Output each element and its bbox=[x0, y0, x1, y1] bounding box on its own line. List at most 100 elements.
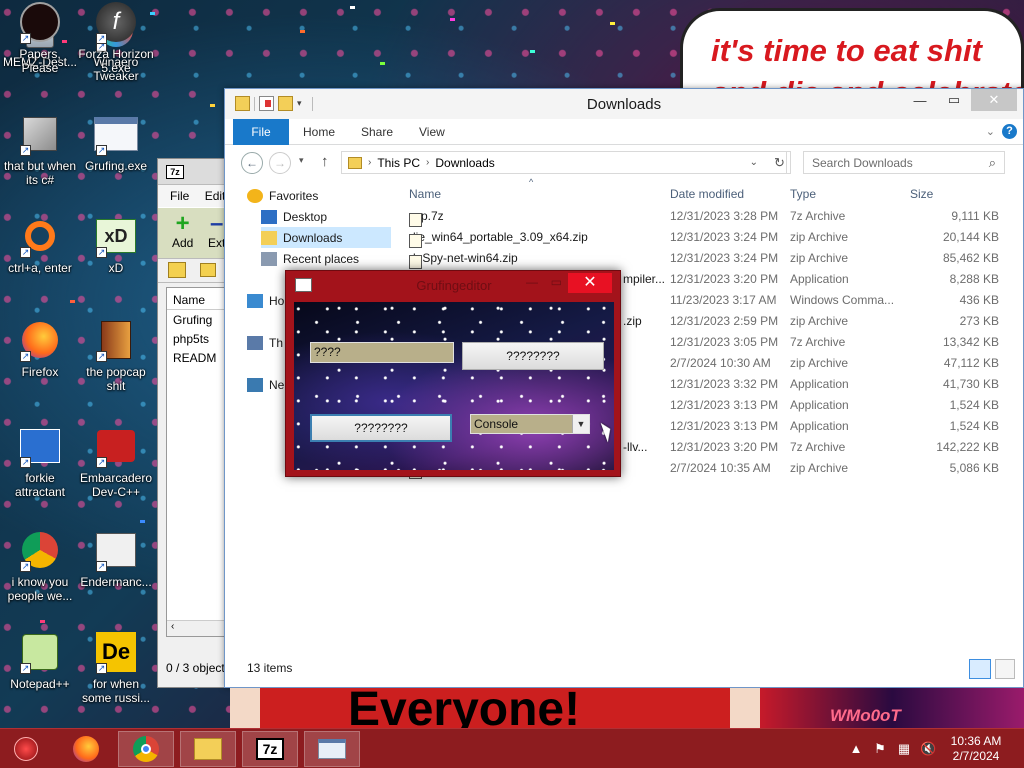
file-size-cell: 41,730 KB bbox=[942, 377, 999, 391]
desktop-icon-app[interactable]: ↗ Endermanc... bbox=[78, 528, 154, 589]
text-input[interactable]: ???? bbox=[310, 342, 454, 363]
tab-file[interactable]: File bbox=[233, 119, 289, 145]
column-date-modified[interactable]: Date modified bbox=[670, 187, 744, 201]
navigation-bar: ← → ▾ ↑ › This PC › Downloads ⌄ ↻ Search… bbox=[225, 145, 1023, 181]
table-row[interactable]: die_win64_portable_3.09_x64.zip 12/31/202… bbox=[403, 226, 1003, 248]
network-icon[interactable]: ▦ bbox=[896, 741, 912, 757]
file-type-cell: 7z Archive bbox=[790, 209, 846, 223]
mode-select[interactable]: Console ▼ bbox=[470, 414, 590, 434]
breadcrumb-this-pc[interactable]: This PC bbox=[377, 156, 420, 170]
file-type-cell: Application bbox=[790, 419, 849, 433]
file-date-cell: 12/31/2023 3:20 PM bbox=[670, 272, 779, 286]
desktop-icon-devcpp[interactable]: ↗ Embarcadero Dev-C++ bbox=[78, 424, 154, 499]
confetti bbox=[380, 62, 385, 65]
taskbar-grufing[interactable] bbox=[304, 731, 360, 767]
maximize-button[interactable]: ▭ bbox=[937, 89, 971, 111]
desktop-icon-folders[interactable]: ↗ that but when its c# bbox=[2, 112, 78, 187]
file-name-cell: ccp.7z bbox=[409, 209, 444, 227]
column-name[interactable]: Name bbox=[409, 187, 441, 201]
desktop-icon-gear[interactable]: ↗ forkie attractant bbox=[2, 424, 78, 499]
nav-item-desktop[interactable]: Desktop bbox=[261, 206, 391, 227]
table-row[interactable]: dnSpy-net-win64.zip 12/31/2023 3:24 PM zip… bbox=[403, 247, 1003, 269]
tab-view[interactable]: View bbox=[405, 119, 459, 145]
hxd-icon: xD ↗ bbox=[94, 214, 138, 258]
ribbon-expand-icon[interactable]: ⌄ bbox=[986, 125, 995, 138]
action-center-flag-icon[interactable]: ⚑ bbox=[872, 741, 888, 757]
shortcut-arrow-icon: ↗ bbox=[20, 561, 31, 572]
taskbar-7zip[interactable]: 7z bbox=[242, 731, 298, 767]
mode-select-value: Console bbox=[474, 417, 519, 431]
nav-item-download[interactable]: Downloads bbox=[261, 227, 391, 248]
tab-share[interactable]: Share bbox=[347, 119, 407, 145]
large-icons-view-button[interactable] bbox=[995, 659, 1015, 679]
breadcrumb-chevron-icon[interactable]: › bbox=[368, 157, 371, 168]
recent-locations-icon[interactable]: ▾ bbox=[299, 155, 304, 166]
back-button[interactable]: ← bbox=[241, 152, 263, 174]
tab-home[interactable]: Home bbox=[289, 119, 349, 145]
column-size[interactable]: Size bbox=[910, 187, 933, 201]
taskbar-explorer[interactable] bbox=[180, 731, 236, 767]
ribbon-tabs: File Home Share View ⌄ ? bbox=[225, 119, 1023, 145]
shortcut-arrow-icon: ↗ bbox=[96, 145, 107, 156]
volume-muted-icon[interactable]: 🔇 bbox=[920, 741, 936, 757]
7zip-icon: 7z bbox=[256, 738, 284, 760]
breadcrumb-chevron-icon[interactable]: › bbox=[426, 157, 429, 168]
desktop-icon-papers[interactable]: ↗ Papers, Please bbox=[2, 0, 78, 75]
7zip-menu-edit[interactable]: Edit bbox=[205, 189, 226, 203]
plus-icon: + bbox=[175, 210, 190, 237]
nav-item-recent[interactable]: Recent places bbox=[261, 248, 391, 269]
table-row[interactable]: ccp.7z 12/31/2023 3:28 PM 7z Archive 9,111 … bbox=[403, 205, 1003, 227]
grufing-window[interactable]: Grufingeditor — ▭ ✕ ???? ???????? ??????… bbox=[285, 270, 621, 477]
refresh-button[interactable]: ↻ bbox=[769, 151, 791, 174]
start-button[interactable] bbox=[2, 731, 50, 767]
desktop-icon-de[interactable]: De ↗ for when some russi... bbox=[78, 630, 154, 705]
file-type-cell: Windows Comma... bbox=[790, 293, 895, 307]
shortcut-arrow-icon: ↗ bbox=[96, 33, 107, 44]
7zip-menu-file[interactable]: File bbox=[170, 189, 189, 203]
desktop-icon-chrome[interactable]: ↗ i know you people we... bbox=[2, 528, 78, 603]
shortcut-arrow-icon: ↗ bbox=[20, 663, 31, 674]
desktop-icon-hxd[interactable]: xD ↗ xD bbox=[78, 214, 154, 275]
show-hidden-icons-icon[interactable]: ▲ bbox=[848, 741, 864, 757]
file-name: die_win64_portable_3.09_x64.zip bbox=[409, 230, 588, 244]
chevron-down-icon[interactable]: ▼ bbox=[572, 415, 589, 433]
clock[interactable]: 10:36 AM 2/7/2024 bbox=[946, 734, 1006, 764]
forward-button[interactable]: → bbox=[269, 152, 291, 174]
desktop-icon-notepad[interactable]: ↗ Notepad++ bbox=[2, 630, 78, 691]
minimize-button[interactable]: — bbox=[903, 89, 937, 111]
help-icon[interactable]: ? bbox=[1002, 124, 1017, 139]
extract-button[interactable]: – Ext bbox=[208, 212, 225, 251]
minimize-icon[interactable]: — bbox=[526, 275, 538, 289]
breadcrumb-downloads[interactable]: Downloads bbox=[435, 156, 494, 170]
address-dropdown-icon[interactable]: ⌄ bbox=[750, 157, 758, 168]
search-placeholder: Search Downloads bbox=[812, 156, 913, 170]
action-button-2[interactable]: ???????? bbox=[310, 414, 452, 442]
add-button[interactable]: + Add bbox=[172, 210, 193, 251]
notepad-icon: ↗ bbox=[18, 630, 62, 674]
desktop-icon-flash[interactable]: f ↗ Forza Horizon 5.exe bbox=[78, 0, 154, 75]
taskbar-firefox[interactable] bbox=[58, 731, 114, 767]
action-button-1[interactable]: ???????? bbox=[462, 342, 604, 370]
nav-item-star[interactable]: Favorites bbox=[247, 185, 391, 206]
desktop-icon-label: Endermanc... bbox=[80, 575, 152, 589]
desktop-icon-window[interactable]: ↗ Grufing.exe bbox=[78, 112, 154, 173]
archive-file-icon bbox=[409, 234, 422, 248]
desktop-icon-book[interactable]: ↗ the popcap shit bbox=[78, 318, 154, 393]
desktop-icon-label: that but when its c# bbox=[3, 159, 77, 187]
explorer-titlebar[interactable]: ▾ Downloads — ▭ ✕ bbox=[225, 89, 1023, 119]
up-button[interactable]: ↑ bbox=[321, 153, 329, 170]
address-bar[interactable]: › This PC › Downloads ⌄ bbox=[341, 151, 787, 174]
file-name: dnSpy-net-win64.zip bbox=[409, 251, 518, 265]
column-type[interactable]: Type bbox=[790, 187, 816, 201]
flash-icon: f ↗ bbox=[94, 0, 138, 44]
taskbar-chrome[interactable] bbox=[118, 731, 174, 767]
desktop-icon-ring[interactable]: ↗ ctrl+a, enter bbox=[2, 214, 78, 275]
close-button[interactable]: ✕ bbox=[971, 89, 1017, 111]
details-view-button[interactable] bbox=[969, 659, 991, 679]
search-input[interactable]: Search Downloads ⌕ bbox=[803, 151, 1005, 174]
folder-up-icon[interactable] bbox=[168, 262, 186, 278]
grufing-titlebar[interactable]: Grufingeditor — ▭ ✕ bbox=[286, 271, 622, 301]
close-button[interactable]: ✕ bbox=[568, 273, 612, 293]
desktop-icon-firefox[interactable]: ↗ Firefox bbox=[2, 318, 78, 379]
maximize-icon[interactable]: ▭ bbox=[551, 275, 562, 289]
